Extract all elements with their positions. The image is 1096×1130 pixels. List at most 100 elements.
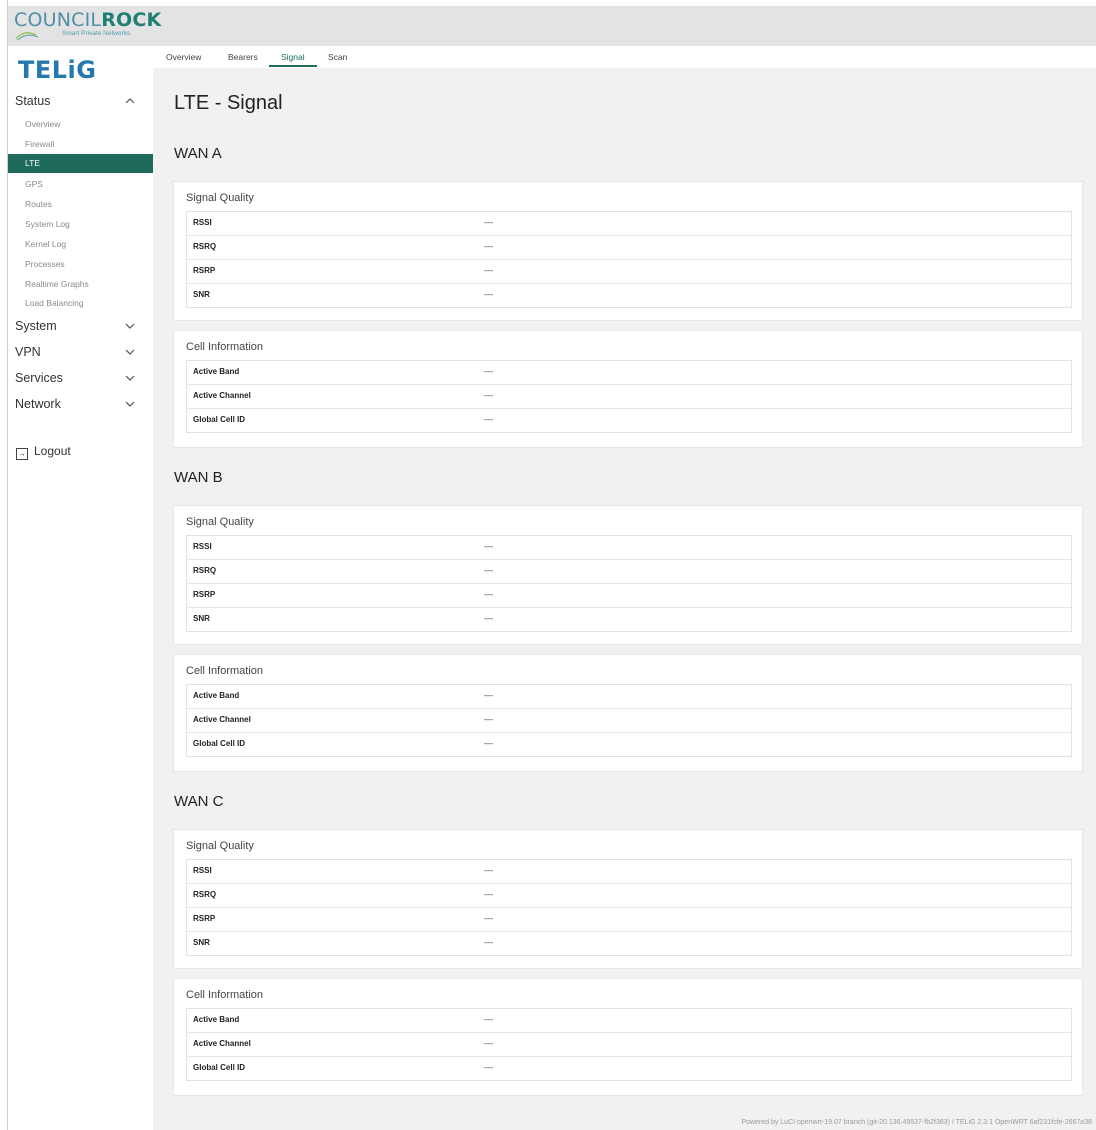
wan-c-cell-information-card: Cell Information Active Band — Active Cha… (174, 979, 1082, 1095)
row-value: — (484, 937, 493, 947)
chevron-down-icon[interactable] (124, 398, 136, 410)
logout-label: Logout (34, 444, 71, 458)
table-row: RSRP — (187, 907, 1071, 931)
tab-bar: Overview Bearers Signal Scan (153, 46, 1096, 68)
row-label: RSRQ (193, 566, 217, 575)
wan-a-title: WAN A (174, 145, 222, 162)
nav-item-load-balancing[interactable]: Load Balancing (25, 298, 84, 308)
nav-section-system[interactable]: System (15, 319, 57, 333)
signal-quality-table: RSSI — RSRQ — RSRP — SNR — (186, 211, 1072, 308)
row-label: RSRQ (193, 242, 217, 251)
row-value: — (484, 889, 493, 899)
nav-section-services[interactable]: Services (15, 371, 63, 385)
row-value: — (484, 241, 493, 251)
table-row: RSSI — (187, 212, 1071, 235)
row-value: — (484, 565, 493, 575)
row-value: — (484, 217, 493, 227)
table-row: RSSI — (187, 860, 1071, 883)
nav-item-gps[interactable]: GPS (25, 179, 43, 189)
signal-quality-table: RSSI — RSRQ — RSRP — SNR — (186, 859, 1072, 956)
card-title: Signal Quality (186, 840, 254, 852)
telig-logo[interactable]: TELiG (18, 56, 96, 84)
nav-item-overview[interactable]: Overview (25, 119, 60, 129)
table-row: Global Cell ID — (187, 408, 1071, 432)
nav-item-lte[interactable]: LTE (8, 154, 153, 173)
row-value: — (484, 589, 493, 599)
wan-b-signal-quality-card: Signal Quality RSSI — RSRQ — RSRP — SNR — (174, 506, 1082, 644)
table-row: SNR — (187, 607, 1071, 631)
row-label: SNR (193, 614, 210, 623)
row-label: Global Cell ID (193, 739, 246, 748)
chevron-down-icon[interactable] (124, 372, 136, 384)
nav-item-lte-label: LTE (25, 158, 40, 168)
row-value: — (484, 738, 493, 748)
wan-a-cell-information-card: Cell Information Active Band — Active Cha… (174, 331, 1082, 447)
row-label: SNR (193, 290, 210, 299)
row-label: RSRP (193, 590, 216, 599)
card-title: Cell Information (186, 341, 264, 353)
table-row: Active Band — (187, 1009, 1071, 1032)
table-row: RSRQ — (187, 883, 1071, 907)
nav-item-processes[interactable]: Processes (25, 259, 65, 269)
footer-powered-by: Powered by LuCI openwrt-19.07 branch (gi… (741, 1119, 1092, 1126)
nav-item-firewall[interactable]: Firewall (25, 139, 54, 149)
nav-section-vpn[interactable]: VPN (15, 345, 41, 359)
wan-c-title: WAN C (174, 793, 224, 810)
row-value: — (484, 1038, 493, 1048)
row-value: — (484, 265, 493, 275)
nav-section-status[interactable]: Status (15, 94, 50, 108)
wan-b-cell-information-card: Cell Information Active Band — Active Cha… (174, 655, 1082, 771)
row-label: Active Band (193, 1015, 240, 1024)
table-row: Active Band — (187, 685, 1071, 708)
row-value: — (484, 390, 493, 400)
tab-signal[interactable]: Signal (281, 52, 305, 62)
table-row: Active Channel — (187, 1032, 1071, 1056)
signal-quality-table: RSSI — RSRQ — RSRP — SNR — (186, 535, 1072, 632)
active-tab-indicator (269, 65, 317, 67)
brand-swoosh-icon (15, 32, 39, 41)
sidebar: TELiG Status Overview Firewall LTE GPS R… (8, 46, 153, 1130)
table-row: SNR — (187, 283, 1071, 307)
main-content: LTE - Signal WAN A Signal Quality RSSI — … (153, 68, 1096, 1130)
table-row: RSSI — (187, 536, 1071, 559)
logout-link[interactable]: → Logout (16, 444, 71, 460)
nav-item-kernel-log[interactable]: Kernel Log (25, 239, 66, 249)
row-label: Active Channel (193, 715, 251, 724)
nav-section-network[interactable]: Network (15, 397, 61, 411)
wan-b-title: WAN B (174, 469, 223, 486)
row-value: — (484, 913, 493, 923)
chevron-down-icon[interactable] (124, 346, 136, 358)
row-label: Active Band (193, 691, 240, 700)
table-row: Global Cell ID — (187, 732, 1071, 756)
row-label: RSRP (193, 266, 216, 275)
top-header-bar: COUNCILROCK Smart Private Networks (8, 6, 1096, 46)
logout-icon: → (16, 448, 28, 460)
row-label: Active Channel (193, 391, 251, 400)
table-row: RSRP — (187, 583, 1071, 607)
card-title: Signal Quality (186, 192, 254, 204)
row-value: — (484, 690, 493, 700)
cell-information-table: Active Band — Active Channel — Global Cell… (186, 360, 1072, 433)
card-title: Cell Information (186, 989, 264, 1001)
chevron-down-icon[interactable] (124, 320, 136, 332)
row-value: — (484, 714, 493, 724)
table-row: SNR — (187, 931, 1071, 955)
row-value: — (484, 865, 493, 875)
row-label: Global Cell ID (193, 1063, 246, 1072)
nav-item-realtime-graphs[interactable]: Realtime Graphs (25, 279, 89, 289)
row-label: RSSI (193, 218, 212, 227)
nav-item-system-log[interactable]: System Log (25, 219, 70, 229)
card-title: Signal Quality (186, 516, 254, 528)
row-label: RSSI (193, 866, 212, 875)
nav-item-routes[interactable]: Routes (25, 199, 52, 209)
table-row: RSRQ — (187, 235, 1071, 259)
table-row: Active Channel — (187, 708, 1071, 732)
tab-scan[interactable]: Scan (328, 52, 347, 62)
row-value: — (484, 366, 493, 376)
tab-overview[interactable]: Overview (166, 52, 201, 62)
row-value: — (484, 414, 493, 424)
chevron-up-icon[interactable] (124, 95, 136, 107)
tab-bearers[interactable]: Bearers (228, 52, 258, 62)
councilrock-logo[interactable]: COUNCILROCK Smart Private Networks (14, 9, 161, 41)
row-label: Active Band (193, 367, 240, 376)
